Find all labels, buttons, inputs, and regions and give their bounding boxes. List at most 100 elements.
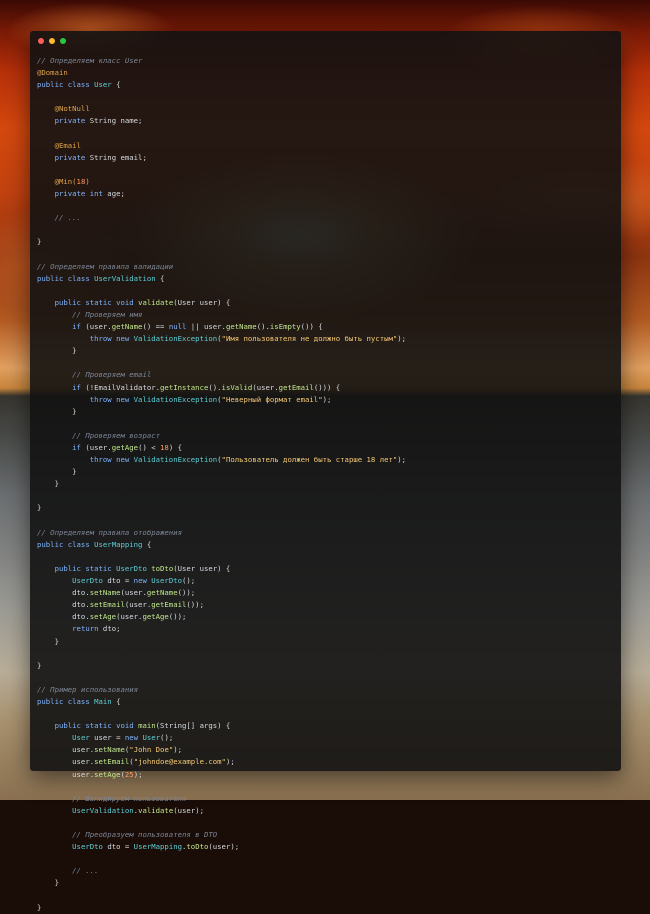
code-line: dto.setAge(user.getAge()); [37,611,615,623]
code-line: } [37,406,615,418]
code-token-plain: } [37,636,59,646]
code-line: private String email; [37,152,615,164]
code-token-plain: (user. [85,443,112,452]
code-token-number: 25 [124,769,134,779]
code-token-class: User [72,733,95,743]
code-token-comment: // ... [54,213,81,223]
code-line: // Проверяем возраст [37,430,615,442]
code-token-plain: (user. [116,612,143,622]
code-line: // Проверяем email [37,369,615,381]
code-token-keyword: public static void [54,721,139,731]
code-token-keyword: private int [54,189,108,199]
code-token-plain: dto; [102,624,121,634]
code-line: User user = new User(); [37,732,615,744]
code-token-plain: dto = [107,576,134,586]
code-line: UserDto dto = UserMapping.toDto(user); [37,841,615,853]
code-token-method: getName [146,588,178,598]
code-line: public class UserValidation { [37,273,615,285]
code-line: // Проверяем имя [37,309,615,321]
code-token-comment: // Валидируем пользователя [72,793,187,803]
code-token-class: UserMapping [133,842,182,852]
code-token-method: getAge [142,612,169,622]
code-line: UserDto dto = new UserDto(); [37,575,615,587]
code-token-comment: // Проверяем email [72,370,152,380]
code-line: user.setName("John Doe"); [37,744,615,756]
code-token-plain: } [37,237,42,247]
code-token-plain: { [111,696,121,706]
window-controls [38,38,66,44]
code-line: if (user.getName() == null || user.getNa… [37,321,615,333]
code-token-keyword: public class [37,273,95,283]
code-token-method: getEmail [278,382,314,392]
code-line: } [37,902,615,914]
code-token-plain: (user. [252,382,279,392]
code-line: @Domain [37,67,615,79]
code-token-comment: // Пример использования [37,684,139,694]
code-token-method: main [138,721,156,731]
code-token-method: validate [138,805,174,815]
code-token-plain: String email; [89,152,147,162]
code-token-keyword: if [72,443,86,452]
code-token-plain: (user. [124,600,152,610]
code-token-plain: } [37,346,77,356]
code-line: // Пример использования [37,684,615,696]
code-line: if (user.getAge() < 18) { [37,442,615,454]
close-dot[interactable] [38,38,44,44]
code-token-comment: // Определяем правила отображения [37,527,182,537]
code-line: // ... [37,865,615,877]
code-line: // Определяем правила отображения [37,527,615,539]
code-token-class: UserValidation [72,805,134,815]
code-block: // Определяем класс User @Domain public cl… [37,55,615,914]
maximize-dot[interactable] [60,38,66,44]
code-token-keyword: throw new [89,334,134,344]
code-line: } [37,636,615,648]
code-token-annotation: @Domain [37,68,68,78]
code-token-plain: (user); [208,842,240,852]
code-token-class: User [142,733,161,743]
code-token-plain: } [37,467,77,477]
code-token-plain: ())) { [313,382,341,392]
code-token-plain: (); [160,733,174,743]
code-token-plain: () < [138,443,161,452]
code-token-plain: { [142,539,152,549]
code-token-plain: } [37,406,77,416]
code-token-plain: (!EmailValidator. [85,382,161,392]
code-token-method: setName [89,588,121,598]
code-token-method: toDto [151,563,174,573]
code-token-method: setAge [94,769,121,779]
code-token-keyword: private [54,116,90,126]
code-token-plain: (user. [85,322,112,332]
code-line: // Преобразуем пользователя в DTO [37,829,615,841]
code-token-plain: ()) { [300,322,323,332]
code-token-plain: } [37,479,59,489]
code-token-string: "John Doe" [129,745,174,755]
code-token-method: setName [94,745,125,755]
code-token-method: getInstance [160,382,209,392]
code-line: } [37,660,615,672]
code-line: @Min(18) [37,176,615,188]
minimize-dot[interactable] [49,38,55,44]
code-line: } [37,236,615,248]
code-line: public class UserMapping { [37,539,615,551]
code-token-class: UserDto [151,576,183,586]
code-token-keyword: if [72,322,86,332]
code-token-plain: ()); [186,600,204,610]
